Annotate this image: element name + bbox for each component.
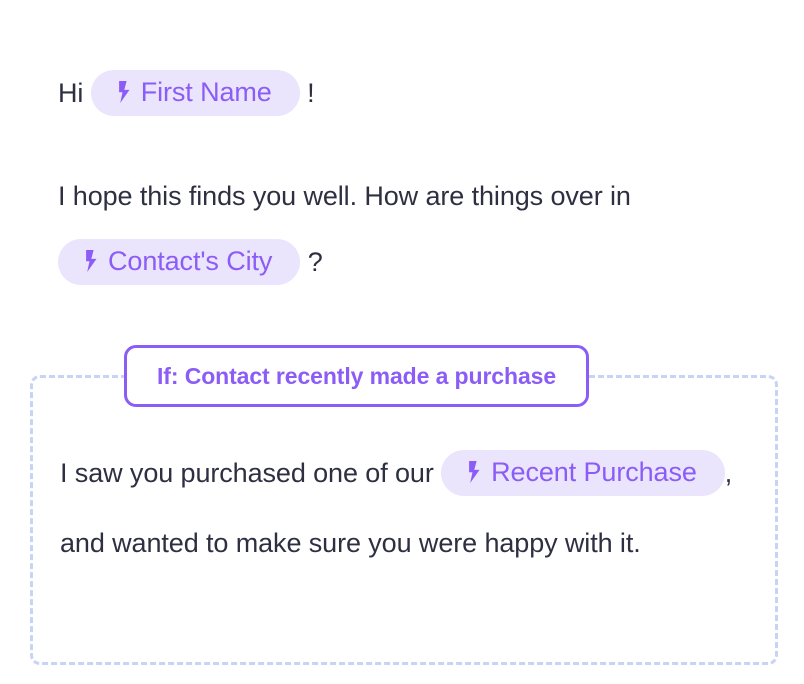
greeting-text-before: Hi	[58, 78, 91, 108]
conditional-condition-header[interactable]: If: Contact recently made a purchase	[124, 345, 590, 407]
intro-paragraph[interactable]: I hope this finds you well. How are thin…	[58, 163, 718, 295]
merge-token-first-name[interactable]: First Name	[90, 69, 300, 116]
merge-token-label: Recent Purchase	[491, 456, 697, 487]
merge-token-label: First Name	[140, 76, 272, 107]
merge-token-contacts-city[interactable]: Contact's City	[58, 238, 301, 285]
email-body-editor[interactable]: Hi First Name ! I hope this finds you we…	[0, 0, 804, 684]
intro-text-before: I hope this finds you well. How are thin…	[58, 181, 631, 211]
conditional-condition-label: If: Contact recently made a purchase	[157, 362, 557, 389]
conditional-body-paragraph[interactable]: I saw you purchased one of our Recent Pu…	[60, 438, 750, 578]
merge-token-recent-purchase[interactable]: Recent Purchase	[441, 449, 725, 496]
greeting-text-after: !	[299, 78, 315, 108]
intro-text-after: ?	[300, 247, 323, 277]
lightning-bolt-icon	[84, 250, 99, 273]
merge-token-label: Contact's City	[108, 245, 273, 276]
greeting-paragraph[interactable]: Hi First Name !	[58, 60, 758, 126]
lightning-bolt-icon	[117, 81, 132, 104]
lightning-bolt-icon	[467, 461, 482, 484]
conditional-text-before: I saw you purchased one of our	[60, 458, 442, 488]
